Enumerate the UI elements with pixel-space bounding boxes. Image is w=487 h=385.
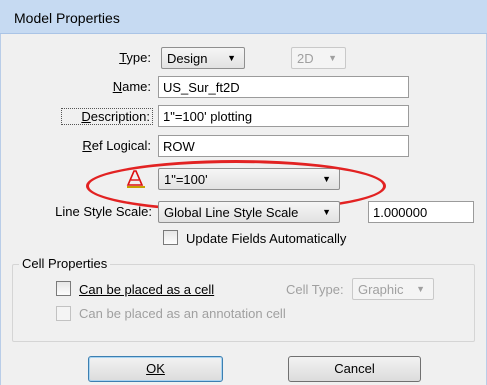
name-label: Name: (112, 79, 151, 94)
chevron-down-icon: ▼ (416, 284, 425, 294)
ref-logical-label: Ref Logical: (82, 138, 151, 153)
cancel-button[interactable]: Cancel (288, 356, 421, 382)
annotation-scale-value: 1"=100' (164, 172, 208, 187)
title-bar[interactable]: Model Properties (0, 0, 487, 34)
ref-logical-input[interactable] (163, 139, 404, 154)
chevron-down-icon: ▼ (322, 174, 331, 184)
dialog-body: Type: Design ▼ 2D ▼ Name: Description: R… (0, 34, 487, 385)
type-dropdown[interactable]: Design ▼ (161, 47, 245, 69)
annotation-cell-label: Can be placed as an annotation cell (79, 306, 286, 321)
chevron-down-icon: ▼ (227, 53, 236, 63)
cell-type-dropdown[interactable]: Graphic ▼ (352, 278, 434, 300)
cell-properties-title: Cell Properties (19, 256, 111, 271)
annotation-scale-dropdown[interactable]: 1"=100' ▼ (158, 168, 340, 190)
annotation-scale-icon (125, 167, 147, 189)
ok-button[interactable]: OK (88, 356, 223, 382)
description-field[interactable] (158, 105, 409, 127)
ok-button-label: OK (146, 361, 165, 376)
name-input[interactable] (163, 80, 404, 95)
dimension-value: 2D (297, 51, 314, 66)
cancel-button-label: Cancel (334, 361, 375, 376)
cell-type-label: Cell Type: (286, 282, 344, 297)
dimension-dropdown[interactable]: 2D ▼ (291, 47, 346, 69)
chevron-down-icon: ▼ (328, 53, 337, 63)
line-style-scale-dropdown[interactable]: Global Line Style Scale ▼ (158, 201, 340, 223)
update-fields-checkbox[interactable] (163, 230, 178, 245)
description-input[interactable] (163, 109, 404, 124)
type-value: Design (167, 51, 208, 66)
can-be-cell-checkbox[interactable] (56, 281, 71, 296)
window-title: Model Properties (14, 10, 120, 26)
name-field[interactable] (158, 76, 409, 98)
annotation-cell-checkbox[interactable] (56, 306, 71, 321)
chevron-down-icon: ▼ (322, 207, 331, 217)
line-style-scale-label: Line Style Scale: (55, 204, 152, 219)
ref-logical-field[interactable] (158, 135, 409, 157)
description-label: Description: (61, 108, 153, 125)
line-style-scale-number-field[interactable] (368, 201, 474, 223)
line-style-scale-value: Global Line Style Scale (164, 205, 299, 220)
type-label: Type: (119, 50, 151, 65)
cell-properties-group (12, 264, 475, 342)
update-fields-label: Update Fields Automatically (186, 231, 347, 246)
can-be-cell-label: Can be placed as a cell (79, 282, 215, 297)
line-style-scale-number-input[interactable] (373, 205, 469, 220)
cell-type-value: Graphic (358, 282, 404, 297)
